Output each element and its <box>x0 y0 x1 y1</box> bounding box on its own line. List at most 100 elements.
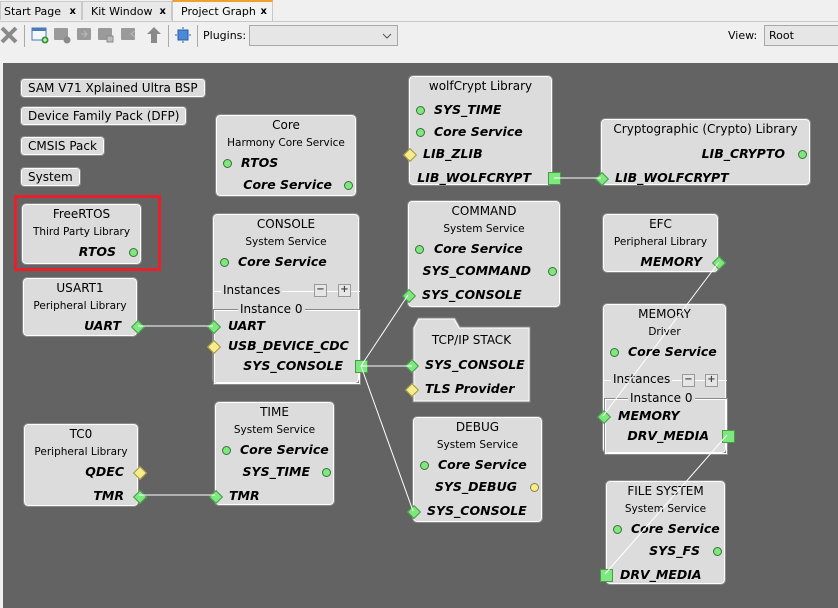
pill-label: Device Family Pack (DFP) <box>28 109 180 123</box>
pill-label: SAM V71 Xplained Ultra BSP <box>28 81 198 95</box>
node-memory[interactable]: MEMORY Driver Core Service Instances − +… <box>596 303 735 455</box>
dfp-group[interactable]: Device Family Pack (DFP) <box>19 106 188 126</box>
capability-dot-icon[interactable] <box>530 483 539 492</box>
view-value: Root <box>769 29 794 42</box>
node-usart1[interactable]: USART1 Peripheral Library UART <box>22 277 146 337</box>
tab-label: Start Page <box>4 5 61 18</box>
node-subtitle: System Service <box>443 223 525 235</box>
dependency-dot-icon[interactable] <box>222 446 231 455</box>
node-title: MEMORY <box>638 307 691 321</box>
move-out-container-icon[interactable] <box>120 26 138 44</box>
view-label: View: <box>728 29 758 42</box>
node-subtitle: Peripheral Library <box>34 446 128 458</box>
remove-instance-button[interactable]: − <box>682 374 695 387</box>
cmsis-group[interactable]: CMSIS Pack <box>20 136 105 156</box>
node-title: FreeRTOS <box>52 207 111 221</box>
node-time[interactable]: TIME System Service Core Service SYS_TIM… <box>208 401 335 506</box>
dependency-sys-console: SYS_CONSOLE <box>425 357 525 372</box>
dependency-sys-console: SYS_CONSOLE <box>427 503 527 518</box>
toolbar-separator <box>24 25 25 47</box>
capability-sys-console: SYS_CONSOLE <box>243 358 343 373</box>
pill-label: CMSIS Pack <box>28 139 97 153</box>
tab-project-graph[interactable]: Project Graph x <box>172 0 273 21</box>
plugins-dropdown[interactable] <box>249 25 398 46</box>
capability-sys-time: SYS_TIME <box>242 464 310 479</box>
node-title: Cryptographic (Crypto) Library <box>613 122 798 136</box>
connected-square-icon[interactable] <box>722 430 735 443</box>
close-icon[interactable]: x <box>261 2 267 21</box>
node-file-system[interactable]: FILE SYSTEM System Service Core Service … <box>600 480 726 585</box>
node-title: FILE SYSTEM <box>627 484 704 498</box>
node-wolfcrypt[interactable]: wolfCrypt Library SYS_TIME Core Service … <box>402 75 561 186</box>
node-tcpip[interactable]: TCP/IP STACK SYS_CONSOLE TLS Provider <box>404 327 531 403</box>
view-dropdown[interactable]: Root <box>764 25 838 46</box>
capability-dot-icon[interactable] <box>322 468 331 477</box>
capability-dot-icon[interactable] <box>798 150 807 159</box>
dependency-core-service: Core Service <box>238 254 327 269</box>
dependency-usb-device-cdc: USB_DEVICE_CDC <box>228 338 349 353</box>
move-into-container-icon[interactable] <box>75 26 93 44</box>
dependency-core-service: Core Service <box>438 457 527 472</box>
dependency-core-service: Core Service <box>631 521 720 536</box>
node-tc0[interactable]: TC0 Peripheral Library QDEC TMR <box>23 423 148 507</box>
add-container-icon[interactable] <box>31 26 49 44</box>
node-subtitle: System Service <box>624 503 707 515</box>
capability-lib-wolfcrypt: LIB_WOLFCRYPT <box>417 170 531 185</box>
close-icon[interactable]: x <box>160 2 166 21</box>
move-up-icon[interactable] <box>145 26 163 44</box>
tab-bar: Start Page x Kit Window x Project Graph … <box>0 0 838 22</box>
connected-square-icon[interactable] <box>548 172 561 185</box>
capability-dot-icon[interactable] <box>713 547 722 556</box>
container-checked-icon[interactable] <box>97 26 115 44</box>
connected-square-icon[interactable] <box>355 360 368 373</box>
bsp-group[interactable]: SAM V71 Xplained Ultra BSP <box>20 78 206 98</box>
node-title: Core <box>272 118 300 132</box>
instances-label: Instances <box>611 372 673 386</box>
chevron-down-icon <box>382 33 392 39</box>
tab-start-page[interactable]: Start Page x <box>0 1 82 20</box>
close-icon[interactable]: x <box>70 2 76 21</box>
dependency-tls-provider: TLS Provider <box>425 381 515 396</box>
node-subtitle: System Service <box>436 439 519 451</box>
capability-dot-icon[interactable] <box>344 181 353 190</box>
dependency-core-service: Core Service <box>628 344 717 359</box>
dependency-dot-icon[interactable] <box>415 245 424 254</box>
capability-lib-crypto: LIB_CRYPTO <box>701 146 785 161</box>
capability-memory: MEMORY <box>640 254 702 269</box>
node-freertos[interactable]: FreeRTOS Third Party Library RTOS <box>21 203 142 265</box>
node-debug[interactable]: DEBUG System Service Core Service SYS_DE… <box>406 416 543 523</box>
dependency-lib-wolfcrypt: LIB_WOLFCRYPT <box>615 170 729 185</box>
node-efc[interactable]: EFC Peripheral Library MEMORY <box>602 213 727 273</box>
capability-dot-icon[interactable] <box>129 248 138 257</box>
dependency-dot-icon[interactable] <box>220 258 229 267</box>
node-command[interactable]: COMMAND System Service Core Service SYS_… <box>401 200 561 308</box>
add-instance-button[interactable]: + <box>705 374 718 387</box>
dependency-core-service: Core Service <box>240 442 329 457</box>
fit-to-window-icon[interactable] <box>174 26 192 44</box>
delete-icon[interactable] <box>0 26 18 44</box>
tab-kit-window[interactable]: Kit Window x <box>82 1 172 20</box>
dependency-dot-icon[interactable] <box>420 461 429 470</box>
dependency-dot-icon[interactable] <box>416 128 425 137</box>
remove-container-icon[interactable] <box>53 26 71 44</box>
dependency-dot-icon[interactable] <box>416 106 425 115</box>
node-crypto[interactable]: Cryptographic (Crypto) Library LIB_CRYPT… <box>594 118 811 187</box>
node-title: DEBUG <box>455 420 500 434</box>
dependency-core-service: Core Service <box>434 241 523 256</box>
capability-dot-icon[interactable] <box>548 267 557 276</box>
add-instance-button[interactable]: + <box>338 284 351 297</box>
dependency-dot-icon[interactable] <box>223 159 232 168</box>
node-title: CONSOLE <box>256 217 316 231</box>
node-title: TC0 <box>69 427 93 441</box>
remove-instance-button[interactable]: − <box>314 284 327 297</box>
dependency-dot-icon[interactable] <box>610 348 619 357</box>
connected-square-icon[interactable] <box>600 569 613 582</box>
node-core[interactable]: Core Harmony Core Service RTOS Core Serv… <box>215 114 357 197</box>
dependency-dot-icon[interactable] <box>613 525 622 534</box>
node-title: TCP/IP STACK <box>431 333 512 347</box>
node-console[interactable]: CONSOLE System Service Core Service Inst… <box>206 213 368 385</box>
system-group[interactable]: System <box>20 167 81 187</box>
tab-label: Kit Window <box>91 5 153 18</box>
dependency-tmr: TMR <box>229 488 260 503</box>
dependency-uart: UART <box>228 318 265 333</box>
